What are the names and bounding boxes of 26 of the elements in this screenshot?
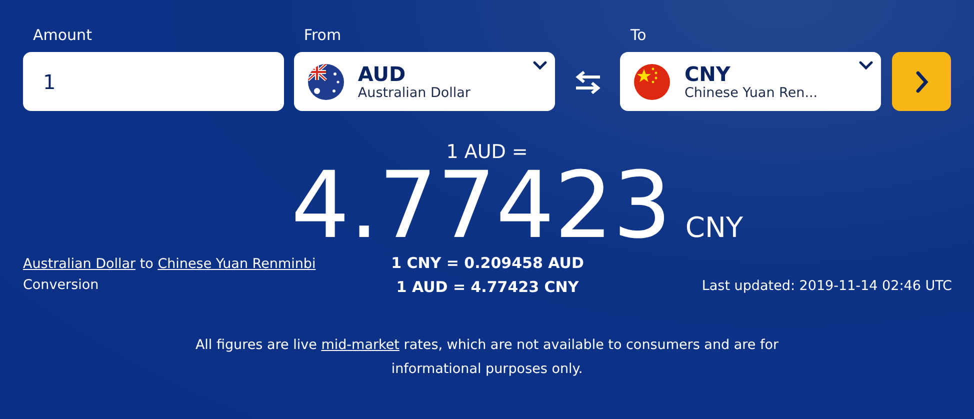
swap-icon bbox=[574, 70, 602, 94]
amount-input[interactable]: 1 bbox=[23, 52, 284, 111]
flag-icon bbox=[634, 64, 670, 100]
field-label: From bbox=[304, 26, 342, 44]
currency-name: Australian Dollar bbox=[358, 84, 470, 100]
flag-icon bbox=[308, 64, 344, 100]
disclaimer: All figures are live mid-market rates, which are not available to consumers and are for informational purposes only. bbox=[194, 336, 780, 379]
currency-link[interactable]: Chinese Yuan Renminbi bbox=[158, 256, 316, 272]
last-updated: Last updated: 2019-11-14 02:46 UTC bbox=[700, 278, 952, 294]
exchange-rate: 1 AUD = 4.77423 CNY bbox=[396, 278, 579, 296]
chevron-right-icon bbox=[914, 70, 929, 94]
caret-icon bbox=[859, 61, 874, 70]
exchange-rate: 1 CNY = 0.209458 AUD bbox=[391, 254, 584, 272]
field-label: Amount bbox=[33, 26, 93, 44]
currency-code: CNY bbox=[684, 62, 732, 84]
caret-icon bbox=[532, 61, 547, 70]
currency-name: Chinese Yuan Ren... bbox=[684, 84, 818, 100]
mid-market-link[interactable]: mid-market bbox=[321, 337, 400, 354]
currency-unit: CNY bbox=[685, 211, 744, 244]
currency-code: AUD bbox=[358, 62, 407, 84]
currency-dropdown[interactable]: CNY Chinese Yuan Ren... bbox=[620, 52, 882, 111]
currency-dropdown[interactable]: AUD Australian Dollar bbox=[294, 52, 555, 111]
currency-link[interactable]: Australian Dollar bbox=[23, 256, 136, 272]
conversion-title: Australian Dollar to Chinese Yuan Renminbi Conversion bbox=[23, 255, 317, 296]
field-label: To bbox=[630, 26, 648, 44]
convert-button[interactable] bbox=[892, 52, 951, 111]
